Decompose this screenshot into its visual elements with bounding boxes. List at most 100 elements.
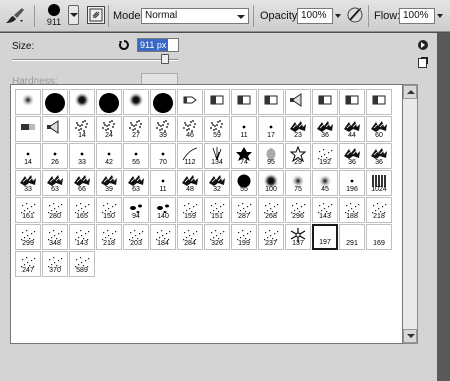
- brush-preset-item[interactable]: 75: [285, 170, 311, 196]
- brush-preset-item[interactable]: 140: [150, 197, 176, 223]
- brush-preset-item[interactable]: 94: [123, 197, 149, 223]
- brush-preset-item[interactable]: 348: [42, 224, 68, 250]
- brush-preset-item[interactable]: 299: [15, 224, 41, 250]
- brush-panel-toggle-button[interactable]: [87, 6, 105, 24]
- brush-preset-item[interactable]: 29: [285, 143, 311, 169]
- brush-preset-item[interactable]: 143: [312, 197, 338, 223]
- brush-preset-item[interactable]: 184: [150, 224, 176, 250]
- opacity-slider-button[interactable]: [333, 8, 343, 24]
- brush-preset-item[interactable]: 59: [204, 116, 230, 142]
- flow-input[interactable]: 100%: [399, 8, 435, 24]
- size-slider-thumb[interactable]: [160, 54, 169, 64]
- brush-preset-item[interactable]: 199: [231, 224, 257, 250]
- brush-preset-item[interactable]: [204, 89, 230, 115]
- brush-preset-item[interactable]: 23: [285, 116, 311, 142]
- brush-preset-item[interactable]: 197: [312, 224, 338, 250]
- brush-preset-item[interactable]: 291: [339, 224, 365, 250]
- brush-preset-item[interactable]: 24: [96, 116, 122, 142]
- brush-preset-item[interactable]: [366, 89, 392, 115]
- brush-preset-item[interactable]: 100: [258, 170, 284, 196]
- brush-preset-item[interactable]: 370: [42, 251, 68, 277]
- brush-preset-item[interactable]: 112: [177, 143, 203, 169]
- tablet-pressure-opacity-button[interactable]: [346, 5, 364, 25]
- mode-select[interactable]: Normal: [141, 8, 249, 24]
- brush-preset-item[interactable]: 42: [96, 143, 122, 169]
- scroll-up-icon[interactable]: [403, 85, 417, 99]
- brush-preset-item[interactable]: 32: [204, 170, 230, 196]
- brush-preset-picker[interactable]: 911: [42, 2, 66, 30]
- brush-preset-item[interactable]: [150, 89, 176, 115]
- brush-preset-item[interactable]: 237: [258, 224, 284, 250]
- brush-preset-item[interactable]: 14: [15, 143, 41, 169]
- brush-preset-item[interactable]: 11: [150, 170, 176, 196]
- brush-preset-item[interactable]: 192: [312, 143, 338, 169]
- brush-preset-item[interactable]: 165: [69, 197, 95, 223]
- brush-preset-item[interactable]: 14: [69, 116, 95, 142]
- brush-preset-item[interactable]: 26: [42, 143, 68, 169]
- brush-preset-item[interactable]: 137: [285, 224, 311, 250]
- brush-preset-item[interactable]: 268: [258, 197, 284, 223]
- brush-preset-item[interactable]: 134: [204, 143, 230, 169]
- brush-tool-icon[interactable]: [4, 6, 26, 26]
- opacity-input[interactable]: 100%: [297, 8, 333, 24]
- brush-preset-item[interactable]: 159: [177, 197, 203, 223]
- brush-preset-item[interactable]: 326: [204, 224, 230, 250]
- brush-preset-item[interactable]: 188: [339, 197, 365, 223]
- scroll-down-icon[interactable]: [403, 329, 417, 343]
- panel-menu-button[interactable]: [418, 40, 428, 50]
- brush-preset-item[interactable]: [339, 89, 365, 115]
- brush-preset-item[interactable]: [96, 89, 122, 115]
- brush-preset-item[interactable]: 27: [123, 116, 149, 142]
- grid-scrollbar[interactable]: [403, 84, 418, 344]
- brush-preset-item[interactable]: 39: [150, 116, 176, 142]
- brush-preset-item[interactable]: [123, 89, 149, 115]
- brush-preset-item[interactable]: 589: [69, 251, 95, 277]
- brush-preset-item[interactable]: 48: [177, 170, 203, 196]
- brush-preset-item[interactable]: 36: [312, 116, 338, 142]
- brush-preset-item[interactable]: 63: [42, 170, 68, 196]
- brush-preset-item[interactable]: 55: [231, 170, 257, 196]
- brush-preset-item[interactable]: 287: [231, 197, 257, 223]
- brush-preset-item[interactable]: 63: [123, 170, 149, 196]
- brush-preset-item[interactable]: 36: [339, 143, 365, 169]
- brush-preset-item[interactable]: [231, 89, 257, 115]
- brush-preset-item[interactable]: 66: [69, 170, 95, 196]
- brush-preset-item[interactable]: 55: [123, 143, 149, 169]
- brush-preset-item[interactable]: 151: [204, 197, 230, 223]
- brush-preset-item[interactable]: [177, 89, 203, 115]
- flow-slider-button[interactable]: [435, 8, 445, 24]
- brush-preset-item[interactable]: 169: [366, 224, 392, 250]
- brush-preset-item[interactable]: [15, 116, 41, 142]
- brush-preset-item[interactable]: 70: [150, 143, 176, 169]
- brush-preset-item[interactable]: 284: [177, 224, 203, 250]
- brush-preset-item[interactable]: 74: [231, 143, 257, 169]
- brush-preset-item[interactable]: 280: [42, 197, 68, 223]
- brush-preset-item[interactable]: [69, 89, 95, 115]
- brush-preset-item[interactable]: [285, 89, 311, 115]
- brush-preset-item[interactable]: 11: [231, 116, 257, 142]
- brush-preset-item[interactable]: 39: [96, 170, 122, 196]
- brush-preset-item[interactable]: 44: [339, 116, 365, 142]
- brush-preset-item[interactable]: 218: [96, 224, 122, 250]
- brush-preset-item[interactable]: [15, 89, 41, 115]
- brush-preset-item[interactable]: 95: [258, 143, 284, 169]
- brush-preset-item[interactable]: 143: [69, 224, 95, 250]
- brush-preset-item[interactable]: 203: [123, 224, 149, 250]
- brush-preset-item[interactable]: 33: [15, 170, 41, 196]
- brush-preset-item[interactable]: [42, 116, 68, 142]
- brush-preset-item[interactable]: 150: [96, 197, 122, 223]
- brush-preset-item[interactable]: 36: [366, 143, 392, 169]
- brush-preset-item[interactable]: 247: [15, 251, 41, 277]
- brush-preset-item[interactable]: 45: [312, 170, 338, 196]
- brush-preset-item[interactable]: 60: [366, 116, 392, 142]
- brush-preset-item[interactable]: [258, 89, 284, 115]
- brush-preset-item[interactable]: 296: [285, 197, 311, 223]
- brush-picker-dropdown-button[interactable]: [68, 5, 79, 25]
- brush-preset-item[interactable]: 46: [177, 116, 203, 142]
- reset-size-icon[interactable]: [118, 39, 130, 51]
- brush-preset-item[interactable]: 196: [339, 170, 365, 196]
- brush-preset-item[interactable]: 17: [258, 116, 284, 142]
- brush-preset-item[interactable]: 161: [15, 197, 41, 223]
- brush-preset-item[interactable]: 218: [366, 197, 392, 223]
- brush-preset-item[interactable]: 33: [69, 143, 95, 169]
